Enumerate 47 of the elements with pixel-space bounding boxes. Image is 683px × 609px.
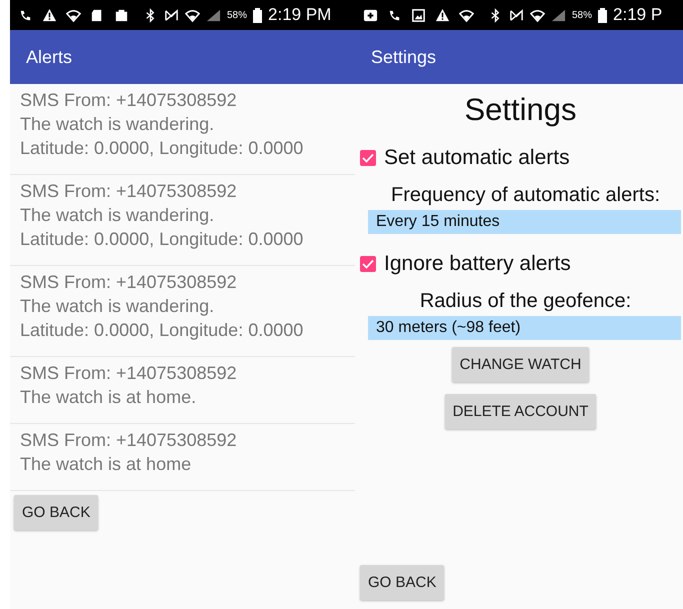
app-bar-title: Alerts [26, 46, 72, 68]
plus-icon [363, 8, 378, 22]
alert-sender: SMS From: +14075308592 [20, 89, 238, 112]
checkbox[interactable] [360, 150, 376, 166]
settings-heading: Settings [464, 92, 576, 128]
alert-sender: SMS From: +14075308592 [20, 180, 238, 203]
alert-location: Latitude: 0.0000, Longitude: 0.0000 [20, 319, 304, 342]
battery-percent: 58% [572, 10, 592, 20]
battery-icon [598, 8, 608, 22]
checkbox-label: Set automatic alerts [384, 146, 570, 170]
alert-sender: SMS From: +14075308592 [20, 362, 238, 385]
warning-icon [435, 8, 450, 22]
dropdown-label: Frequency of automatic alerts: [390, 184, 660, 207]
alert-location: Latitude: 0.0000, Longitude: 0.0000 [20, 228, 304, 251]
wifi-icon [66, 8, 81, 22]
wifi-icon [530, 8, 545, 22]
wifi-icon [185, 8, 200, 22]
checkbox-label: Ignore battery alerts [384, 252, 571, 276]
status-time: 2:19 P [613, 5, 662, 25]
alert-location: Latitude: 0.0000, Longitude: 0.0000 [20, 137, 304, 160]
alert-message: The watch is wandering. [20, 113, 216, 136]
alert-sender: SMS From: +14075308592 [20, 271, 238, 294]
battery-percent: 58% [227, 10, 248, 20]
dropdown[interactable]: Every 15 minutes [368, 210, 681, 234]
action-button[interactable]: DELETE ACCOUNT [444, 394, 596, 429]
action-button[interactable]: CHANGE WATCH [452, 347, 590, 382]
go-back-button[interactable]: GO BACK [360, 565, 444, 600]
signal-icon [551, 8, 566, 22]
alert-message: The watch is at home [20, 453, 192, 476]
dropdown[interactable]: 30 meters (~98 feet) [368, 316, 681, 340]
mute-icon [164, 8, 179, 22]
battery-icon [253, 8, 262, 22]
mute-icon [509, 8, 524, 22]
image-icon [411, 8, 426, 22]
alert-sender: SMS From: +14075308592 [20, 429, 238, 452]
alert-message: The watch is wandering. [20, 204, 216, 227]
signal-icon [206, 8, 221, 22]
alert-message: The watch is at home. [20, 386, 198, 409]
app-bar-title: Settings [371, 46, 436, 68]
dropdown-label: Radius of the geofence: [420, 290, 632, 313]
alert-message: The watch is wandering. [20, 295, 216, 318]
wifi-icon [459, 8, 474, 22]
clipboard-icon [114, 8, 129, 22]
go-back-button[interactable]: GO BACK [14, 495, 98, 530]
warning-icon [42, 8, 57, 22]
checkbox[interactable] [360, 256, 376, 272]
status-time: 2:19 PM [268, 5, 332, 25]
